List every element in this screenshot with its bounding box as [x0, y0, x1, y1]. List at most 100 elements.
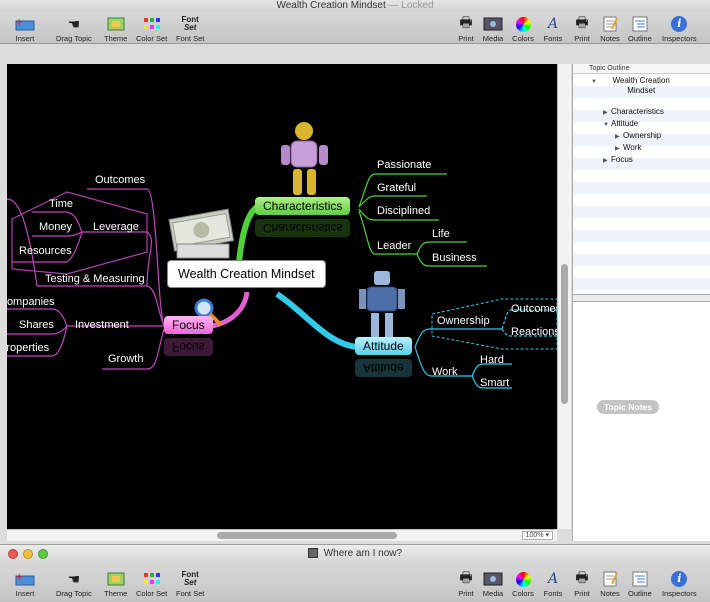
close-button[interactable]	[8, 549, 18, 559]
drag-topic-button[interactable]: ☚ Drag Topic	[56, 14, 92, 44]
disclosure-triangle-icon[interactable]: ▶	[603, 109, 611, 116]
topic-notes-area[interactable]: Topic Notes	[573, 302, 710, 534]
theme-icon	[105, 14, 127, 34]
subtopic-outcomes-right[interactable]: Outcomes	[511, 303, 557, 315]
color-wheel-icon	[512, 569, 534, 589]
outline-item-attitude[interactable]: ▼ Attitude	[603, 119, 638, 128]
color-wheel-icon	[512, 14, 534, 34]
focus-reflection: Focus	[164, 338, 213, 356]
colors-button[interactable]: Colors	[512, 569, 534, 598]
drag-topic-button[interactable]: ☚ Drag Topic	[56, 569, 92, 599]
subtopic-ownership[interactable]: Ownership	[437, 315, 490, 327]
inspectors-button[interactable]: i Inspectors	[662, 14, 697, 43]
panel-splitter[interactable]	[573, 294, 710, 302]
media-button[interactable]: Media	[482, 569, 504, 598]
printer-icon: 🖶	[575, 14, 589, 30]
color-set-button[interactable]: Color Set	[136, 569, 167, 598]
vertical-scrollbar[interactable]	[557, 64, 571, 529]
robot-blue-icon	[357, 269, 407, 339]
printer-icon: 🖶	[459, 569, 473, 585]
topic-characteristics[interactable]: Characteristics	[255, 197, 351, 215]
subtopic-resources[interactable]: Resources	[19, 245, 72, 257]
topic-notes-label: Topic Notes	[597, 400, 660, 414]
print2-button[interactable]: 🖶 Print	[571, 569, 593, 598]
title-bar: Where am I now?	[0, 545, 710, 563]
insert-button[interactable]: + Insert	[14, 14, 36, 43]
outline-button[interactable]: Outline	[628, 569, 652, 598]
subtopic-leverage[interactable]: Leverage	[93, 221, 139, 233]
subtopic-shares[interactable]: Shares	[19, 319, 54, 331]
mindmap-canvas[interactable]: Wealth Creation Mindset Characteristics …	[7, 64, 557, 529]
subtopic-leader[interactable]: Leader	[377, 240, 411, 252]
locked-status: — Locked	[388, 0, 434, 11]
characteristics-reflection: Characteristics	[255, 219, 351, 237]
disclosure-triangle-icon[interactable]: ▶	[615, 133, 623, 140]
disclosure-triangle-icon[interactable]: ▼	[591, 79, 599, 85]
colors-button[interactable]: Colors	[512, 14, 534, 43]
subtopic-reactions[interactable]: Reactions	[511, 326, 557, 338]
attitude-reflection: Attitude	[355, 359, 412, 377]
outline-item-work[interactable]: ▶ Work	[615, 143, 642, 152]
second-window: Where am I now? + Insert ☚ Drag Topic Th…	[0, 544, 710, 602]
font-set-button[interactable]: Font Set Font Set	[176, 14, 204, 44]
font-set-icon: Font Set	[181, 15, 199, 32]
outline-button[interactable]: Outline	[628, 14, 652, 43]
toolbar: + Insert ☚ Drag Topic Theme Color Set Fo…	[0, 563, 710, 602]
topic-attitude[interactable]: Attitude	[355, 337, 412, 355]
fonts-button[interactable]: A Fonts	[542, 569, 564, 598]
subtopic-testing[interactable]: Testing & Measuring	[45, 273, 145, 285]
topic-focus[interactable]: Focus	[164, 316, 213, 334]
fonts-button[interactable]: A Fonts	[542, 14, 564, 43]
outline-item-ownership[interactable]: ▶ Ownership	[615, 131, 661, 140]
font-a-icon: A	[547, 16, 559, 32]
zoom-select[interactable]: 100% ▾	[521, 531, 553, 540]
print2-button[interactable]: 🖶 Print	[571, 14, 593, 43]
disclosure-triangle-icon[interactable]: ▼	[603, 122, 611, 128]
subtopic-outcomes-left[interactable]: Outcomes	[95, 174, 145, 186]
window-title: Wealth Creation Mindset	[276, 0, 386, 11]
subtopic-companies[interactable]: Companies	[7, 296, 55, 308]
outline-item-central[interactable]: ▼ Wealth Creation Mindset	[591, 76, 701, 96]
subtopic-work[interactable]: Work	[432, 366, 457, 378]
horizontal-scrollbar[interactable]: 100% ▾	[7, 529, 557, 541]
subtopic-life[interactable]: Life	[432, 228, 450, 240]
print-button[interactable]: 🖶 Print	[455, 14, 477, 43]
theme-button[interactable]: Theme	[104, 14, 127, 43]
subtopic-growth[interactable]: Growth	[108, 353, 143, 365]
inspectors-button[interactable]: i Inspectors	[662, 569, 697, 598]
minimize-button[interactable]	[23, 549, 33, 559]
outline-item-focus[interactable]: ▶ Focus	[603, 155, 633, 164]
outline-item-characteristics[interactable]: ▶ Characteristics	[603, 107, 664, 116]
subtopic-disciplined[interactable]: Disciplined	[377, 205, 430, 217]
subtopic-money[interactable]: Money	[39, 221, 72, 233]
subtopic-investment[interactable]: Investment	[75, 319, 129, 331]
outline-icon	[629, 569, 651, 589]
subtopic-properties[interactable]: Properties	[7, 342, 49, 354]
print-button[interactable]: 🖶 Print	[455, 569, 477, 598]
subtopic-hard[interactable]: Hard	[480, 354, 504, 366]
subtopic-grateful[interactable]: Grateful	[377, 182, 416, 194]
hand-icon: ☚	[67, 570, 81, 587]
central-topic[interactable]: Wealth Creation Mindset	[167, 260, 326, 288]
title-bar: Wealth Creation Mindset — Locked	[0, 0, 710, 12]
font-set-button[interactable]: Font Set Font Set	[176, 569, 204, 599]
zoom-button[interactable]	[38, 549, 48, 559]
theme-button[interactable]: Theme	[104, 569, 127, 598]
vertical-scroll-thumb[interactable]	[561, 264, 568, 404]
disclosure-triangle-icon[interactable]: ▶	[603, 157, 611, 164]
notes-icon	[599, 14, 621, 34]
disclosure-triangle-icon[interactable]: ▶	[615, 145, 623, 152]
media-button[interactable]: Media	[482, 14, 504, 43]
notes-button[interactable]: Notes	[599, 569, 621, 598]
insert-button[interactable]: + Insert	[14, 569, 36, 598]
document-proxy-icon[interactable]	[307, 548, 318, 559]
color-set-button[interactable]: Color Set	[136, 14, 167, 43]
subtopic-smart[interactable]: Smart	[480, 377, 509, 389]
insert-icon: +	[14, 569, 36, 589]
horizontal-scroll-thumb[interactable]	[217, 532, 397, 539]
subtopic-passionate[interactable]: Passionate	[377, 159, 431, 171]
svg-text:+: +	[15, 17, 23, 28]
notes-button[interactable]: Notes	[599, 14, 621, 43]
subtopic-business[interactable]: Business	[432, 252, 477, 264]
subtopic-time[interactable]: Time	[49, 198, 73, 210]
